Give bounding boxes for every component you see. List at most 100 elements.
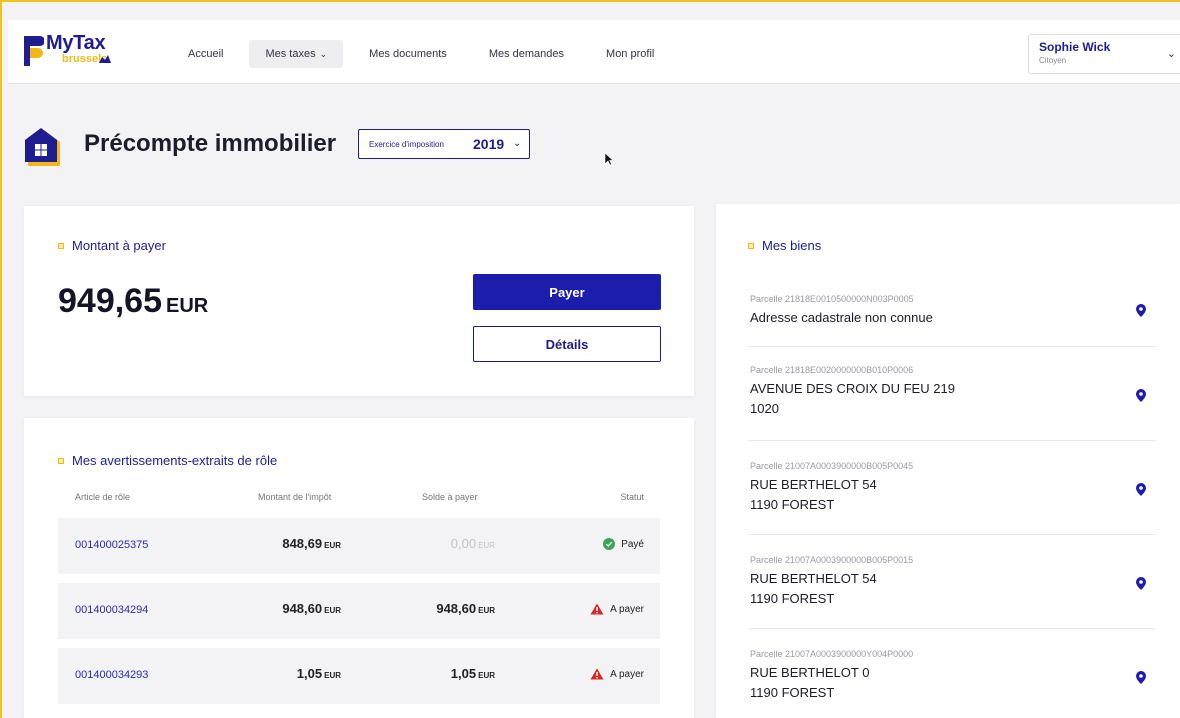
solde-cell: 1,05 EUR — [451, 666, 495, 681]
role-title: Mes avertissements-extraits de rôle — [58, 453, 277, 468]
montant-value: 948,60 — [282, 601, 323, 616]
logo-cloud-icon — [99, 55, 111, 63]
solde-unit: EUR — [478, 606, 495, 615]
amount-currency: EUR — [166, 295, 209, 317]
pay-button[interactable]: Payer — [473, 274, 661, 310]
bien-item[interactable]: Parcelle 21007A0003900000B005P0015 RUE B… — [748, 555, 1156, 629]
solde-unit: EUR — [478, 541, 495, 550]
user-menu[interactable]: Sophie Wick Citoyen ⌄ — [1028, 34, 1180, 74]
nav-accueil[interactable]: Accueil — [172, 40, 239, 68]
parcel-id: Parcelle 21007A0003900000B005P0015 — [750, 555, 914, 565]
address-line-1: AVENUE DES CROIX DU FEU 219 — [750, 381, 955, 396]
house-icon — [25, 128, 60, 166]
bullet-icon — [748, 242, 754, 249]
warning-triangle-icon — [590, 668, 604, 680]
col-head-solde: Solde à payer — [422, 492, 478, 502]
montant-value: 1,05 — [296, 666, 323, 681]
bien-address: Adresse cadastrale non connue — [750, 308, 933, 328]
status-text: A payer — [610, 603, 644, 615]
bien-item[interactable]: Parcelle 21007A0003900000B005P0045 RUE B… — [748, 461, 1156, 535]
address-line-2: 1190 FOREST — [750, 497, 835, 512]
location-pin-icon[interactable] — [1136, 304, 1146, 317]
table-row: 001400025375 848,69 EUR 0,00 EUR Payé — [58, 518, 660, 574]
montant-unit: EUR — [324, 541, 341, 550]
tax-year-select[interactable]: Exercice d'imposition 2019 ⌄ — [358, 129, 530, 159]
role-article-link[interactable]: 001400025375 — [75, 539, 148, 551]
amount-card: Montant à payer 949,65 EUR Payer Détails — [24, 206, 694, 396]
mouse-cursor-icon — [604, 152, 614, 166]
montant-cell: 948,60 EUR — [282, 601, 341, 616]
bullet-icon — [58, 242, 64, 249]
amount-value: 949,65 EUR — [58, 282, 208, 321]
address-line-1: Adresse cadastrale non connue — [750, 310, 933, 325]
nav-mes-taxes[interactable]: Mes taxes ⌄ — [249, 40, 344, 68]
role-article-link[interactable]: 001400034294 — [75, 604, 148, 616]
user-name: Sophie Wick — [1039, 40, 1111, 54]
solde-cell: 948,60 EUR — [436, 601, 495, 616]
nav-mes-documents-label: Mes documents — [369, 48, 447, 60]
col-head-statut: Statut — [620, 492, 644, 502]
role-card: Mes avertissements-extraits de rôle Arti… — [24, 418, 694, 718]
montant-unit: EUR — [324, 606, 341, 615]
parcel-id: Parcelle 21007A0003900000Y004P0000 — [750, 649, 914, 659]
parcel-id: Parcelle 21818E0010500000N003P0005 — [750, 294, 914, 304]
biens-title: Mes biens — [748, 238, 821, 253]
address-line-2: 1020 — [750, 401, 779, 416]
amount-number: 949,65 — [58, 282, 162, 320]
bien-address: AVENUE DES CROIX DU FEU 219 1020 — [750, 379, 955, 419]
col-head-article: Article de rôle — [75, 492, 131, 502]
check-circle-icon — [603, 538, 616, 550]
montant-cell: 1,05 EUR — [297, 666, 341, 681]
solde-value: 1,05 — [450, 666, 477, 681]
address-line-1: RUE BERTHELOT 0 — [750, 665, 870, 680]
parcel-id: Parcelle 21818E0020000000B010P0006 — [750, 365, 914, 375]
bien-address: RUE BERTHELOT 0 1190 FOREST — [750, 663, 869, 703]
address-line-2: 1190 FOREST — [750, 685, 835, 700]
address-line-1: RUE BERTHELOT 54 — [750, 477, 877, 492]
montant-unit: EUR — [324, 671, 341, 680]
mytax-logo-icon — [24, 36, 44, 66]
location-pin-icon[interactable] — [1136, 671, 1146, 684]
warning-triangle-icon — [590, 603, 604, 615]
chevron-down-icon: ⌄ — [1166, 48, 1176, 60]
nav-mon-profil[interactable]: Mon profil — [590, 40, 670, 68]
table-row: 001400034293 1,05 EUR 1,05 EUR A payer — [58, 648, 660, 704]
location-pin-icon[interactable] — [1136, 483, 1146, 496]
nav-mes-taxes-label: Mes taxes — [265, 48, 316, 60]
col-head-montant: Montant de l'impôt — [258, 492, 332, 502]
nav-mes-demandes-label: Mes demandes — [488, 48, 565, 60]
biens-card: Mes biens Parcelle 21818E0010500000N003P… — [716, 204, 1180, 718]
location-pin-icon[interactable] — [1136, 577, 1146, 590]
amount-title: Montant à payer — [58, 238, 166, 253]
montant-value: 848,69 — [282, 536, 323, 551]
table-row: 001400034294 948,60 EUR 948,60 EUR A payer — [58, 583, 660, 639]
address-line-2: 1190 FOREST — [750, 591, 835, 606]
status-badge: A payer — [590, 668, 644, 680]
role-article-link[interactable]: 001400034293 — [75, 669, 148, 681]
location-pin-icon[interactable] — [1136, 389, 1146, 402]
solde-value: 0,00 — [450, 536, 477, 551]
montant-cell: 848,69 EUR — [282, 536, 341, 551]
amount-title-text: Montant à payer — [72, 238, 166, 253]
mytax-logo[interactable]: MyTax brussels — [22, 32, 132, 74]
details-button[interactable]: Détails — [473, 326, 661, 362]
bien-item[interactable]: Parcelle 21818E0010500000N003P0005 Adres… — [748, 294, 1156, 347]
page-title: Précompte immobilier — [84, 130, 337, 157]
bien-item[interactable]: Parcelle 21818E0020000000B010P0006 AVENU… — [748, 365, 1156, 441]
address-line-1: RUE BERTHELOT 54 — [750, 571, 877, 586]
nav-mon-profil-label: Mon profil — [606, 48, 655, 60]
tax-year-value: 2019 — [473, 136, 505, 152]
user-role: Citoyen — [1039, 56, 1067, 65]
chevron-down-icon: ⌄ — [319, 49, 328, 59]
chevron-down-icon: ⌄ — [513, 138, 522, 149]
solde-value: 948,60 — [436, 601, 477, 616]
solde-cell: 0,00 EUR — [451, 536, 495, 551]
nav-mes-demandes[interactable]: Mes demandes — [473, 40, 580, 68]
top-header: MyTax brussels Accueil Mes taxes ⌄ Mes do… — [8, 20, 1180, 84]
parcel-id: Parcelle 21007A0003900000B005P0045 — [750, 461, 914, 471]
nav-accueil-label: Accueil — [188, 48, 224, 60]
window-top-border — [0, 0, 1180, 2]
status-text: Payé — [621, 538, 644, 550]
bien-item[interactable]: Parcelle 21007A0003900000Y004P0000 RUE B… — [748, 649, 1156, 718]
nav-mes-documents[interactable]: Mes documents — [353, 40, 463, 68]
